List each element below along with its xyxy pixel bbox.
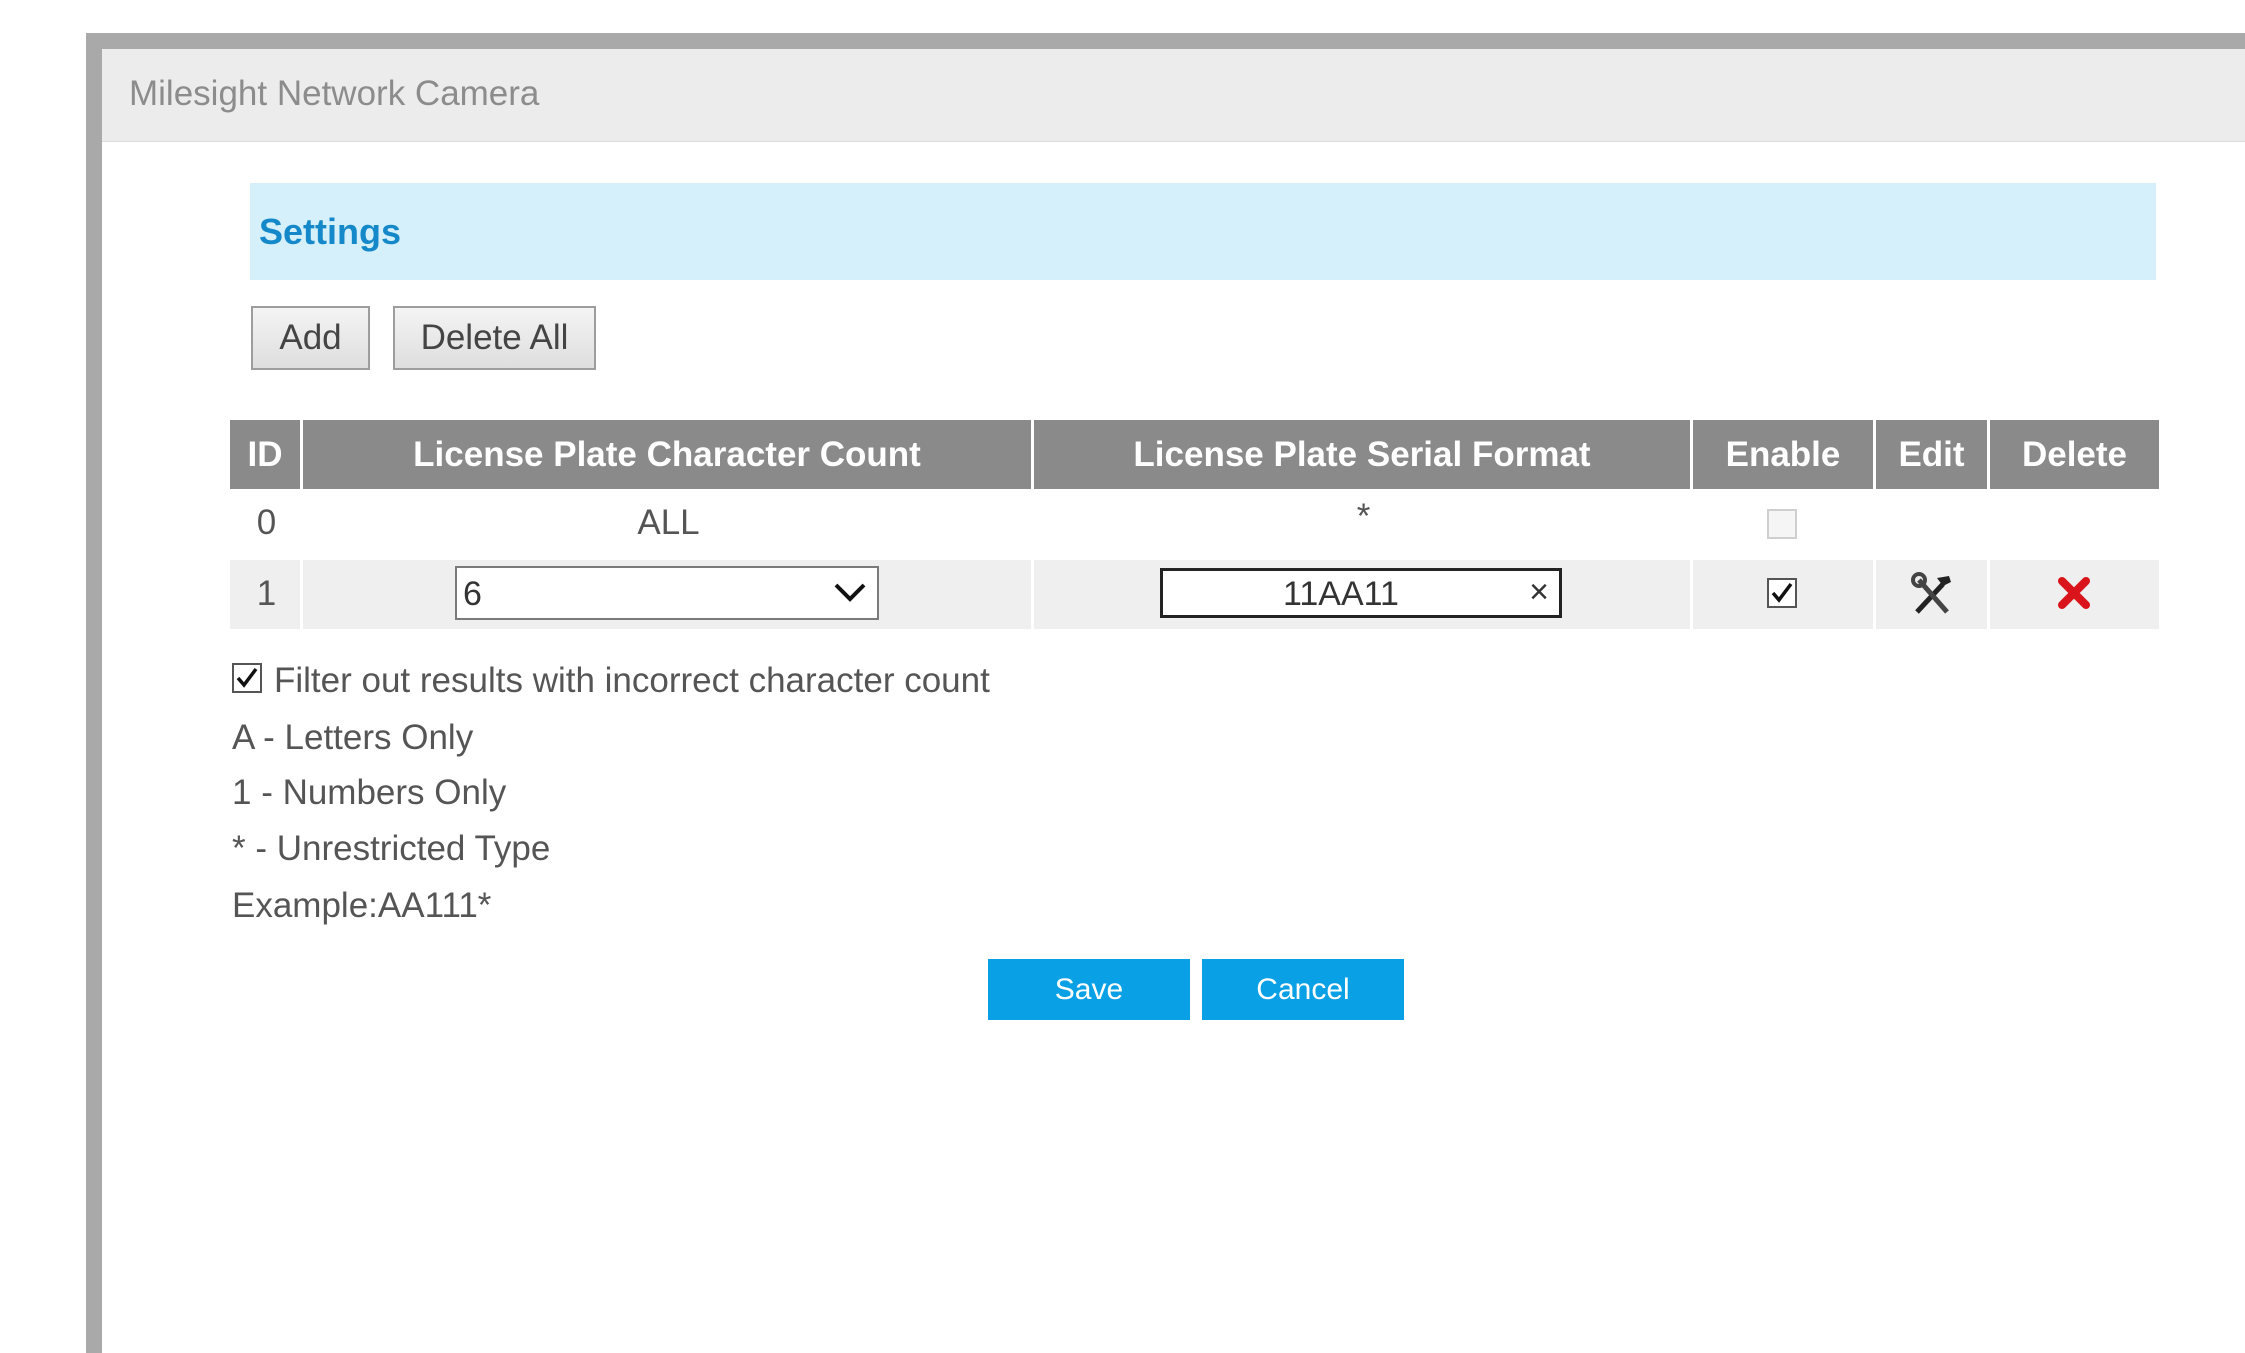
char-count-value: 6 — [463, 575, 482, 613]
filter-checkbox[interactable] — [232, 663, 262, 693]
red-x-icon[interactable] — [2056, 575, 2092, 616]
add-button[interactable]: Add — [251, 306, 370, 370]
column-header-enable: Enable — [1693, 420, 1876, 489]
column-divider — [1873, 560, 1876, 629]
section-title: Settings — [259, 211, 402, 252]
row-id: 1 — [256, 574, 277, 613]
column-divider — [1690, 560, 1693, 629]
save-button[interactable]: Save — [988, 959, 1190, 1020]
column-header-id: ID — [230, 420, 303, 489]
filter-label: Filter out results with incorrect charac… — [274, 661, 990, 700]
char-count-select[interactable]: 6 — [455, 566, 879, 620]
serial-format-value: 11AA11 — [1283, 575, 1399, 613]
dialog-titlebar: Milesight Network Camera X — [102, 49, 2245, 142]
section-header — [250, 183, 2156, 280]
tools-icon[interactable] — [1909, 572, 1955, 621]
column-header-edit: Edit — [1876, 420, 1990, 489]
legend-numbers: 1 - Numbers Only — [232, 773, 507, 812]
chevron-down-icon — [833, 580, 867, 609]
legend-letters: A - Letters Only — [232, 718, 474, 757]
column-header-serial-format: License Plate Serial Format — [1034, 420, 1693, 489]
legend-example: Example:AA111* — [232, 886, 492, 925]
enable-checkbox[interactable] — [1767, 578, 1797, 608]
enable-checkbox — [1767, 509, 1797, 539]
clear-icon[interactable]: × — [1529, 573, 1549, 612]
cancel-button[interactable]: Cancel — [1202, 959, 1404, 1020]
column-divider — [1031, 560, 1034, 629]
legend-unrestricted: * - Unrestricted Type — [232, 829, 551, 868]
delete-all-button[interactable]: Delete All — [393, 306, 596, 370]
row-id: 0 — [256, 503, 277, 542]
column-divider — [1987, 560, 1990, 629]
row-serial-format: * — [1356, 497, 1371, 536]
serial-format-input[interactable]: 11AA11 × — [1160, 568, 1562, 618]
column-header-char-count: License Plate Character Count — [303, 420, 1034, 489]
column-header-delete: Delete — [1990, 420, 2159, 489]
window-title: Milesight Network Camera — [129, 74, 540, 113]
row-char-count: ALL — [637, 503, 700, 542]
